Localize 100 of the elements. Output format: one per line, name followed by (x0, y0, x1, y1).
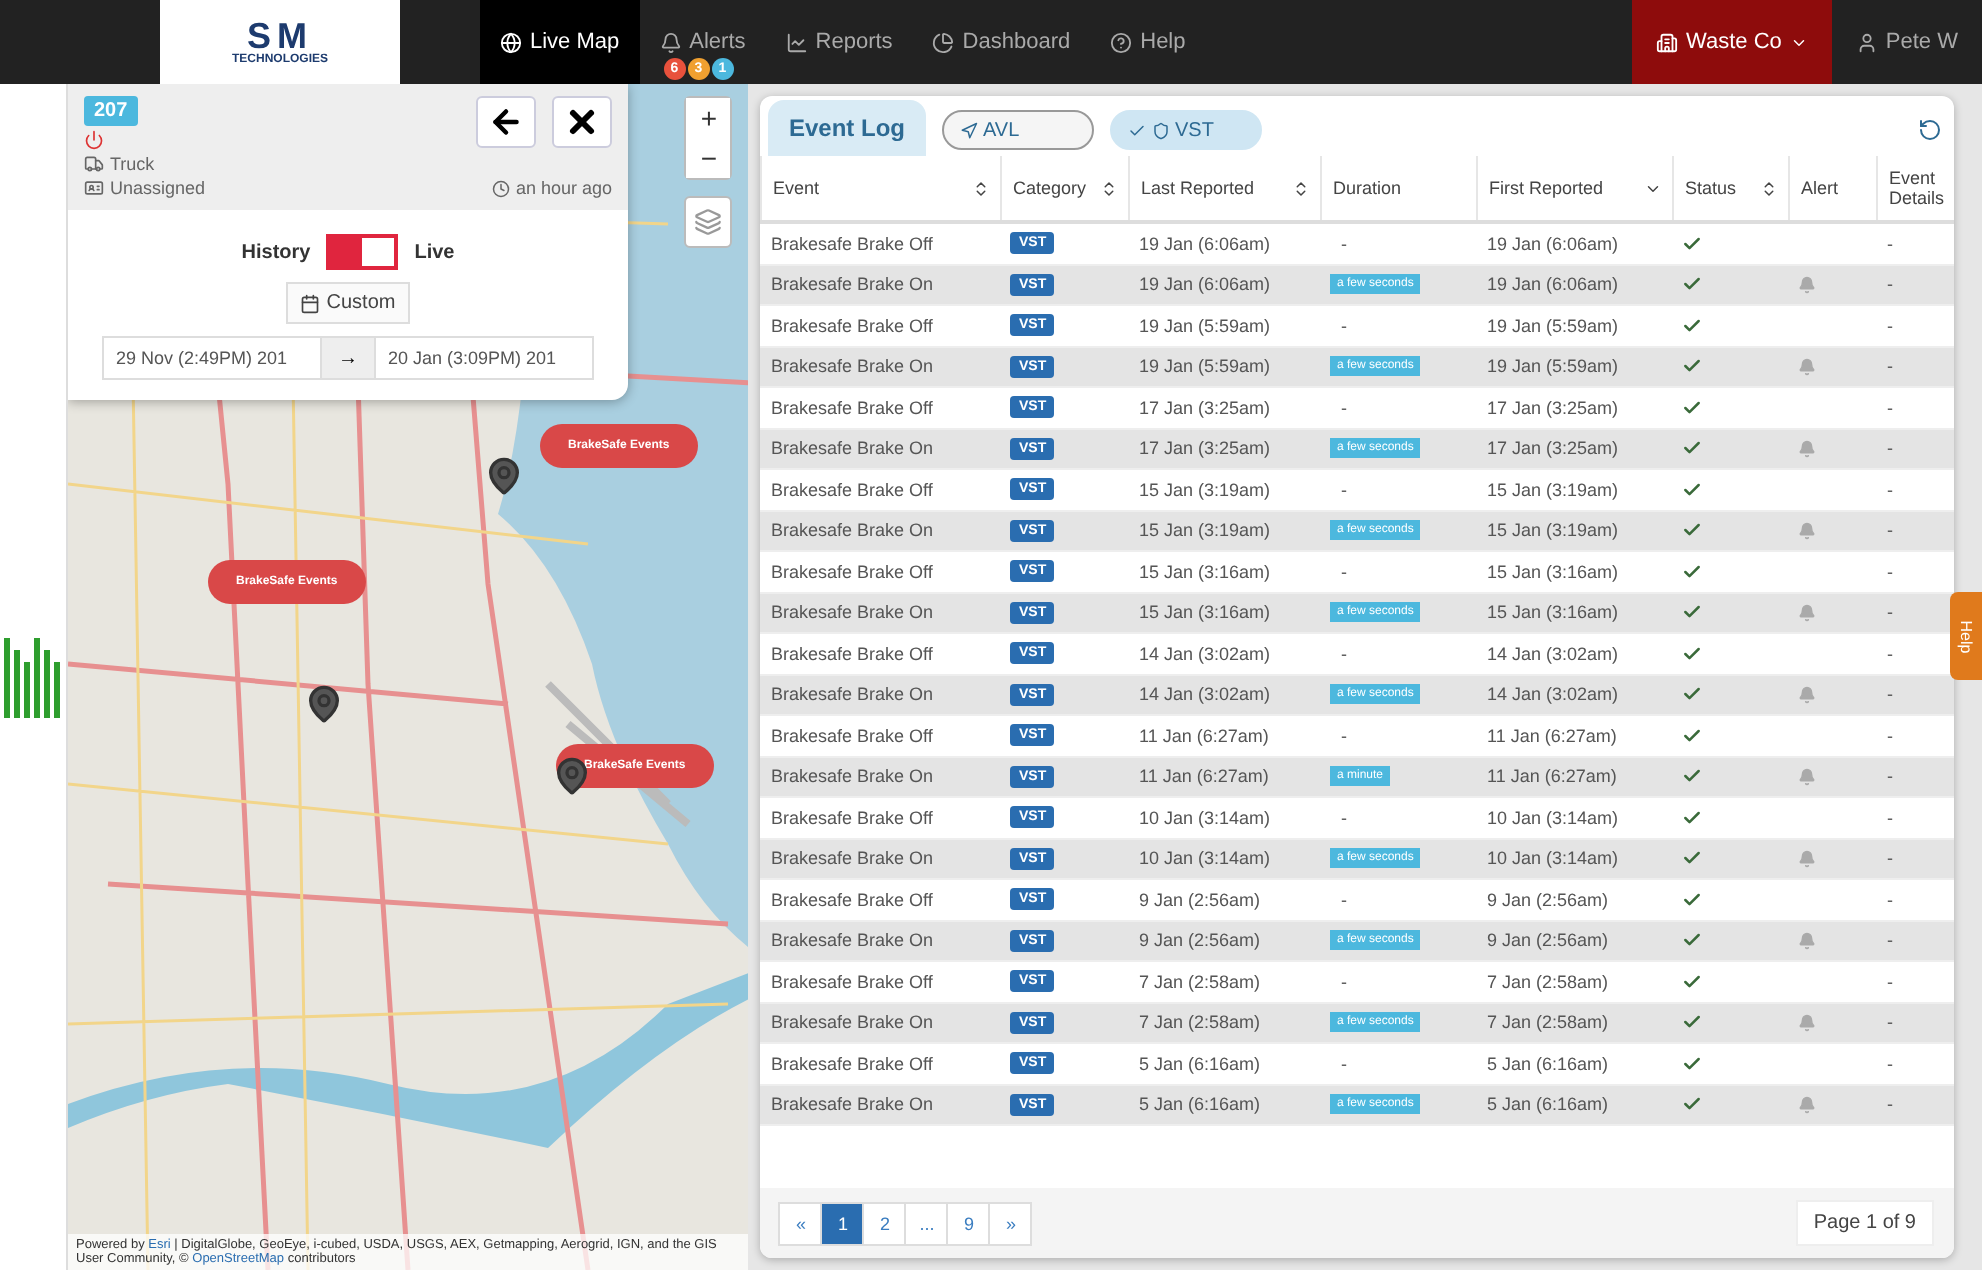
first-reported-cell-text: 9 Jan (2:56am) (1484, 930, 1611, 951)
first-reported-cell-text: 15 Jan (3:19am) (1484, 520, 1621, 541)
driver-name: Unassigned (110, 178, 206, 198)
event-name-cell-text: Brakesafe Brake On (768, 766, 936, 787)
filter-chip[interactable]: VST (1109, 110, 1261, 150)
event-details-cell-text: - (1884, 643, 1895, 664)
line-chart-icon (785, 31, 808, 53)
start-date-field[interactable]: 29 Nov (2:49PM) 201 (102, 336, 322, 380)
duration-cell-text: - (1338, 561, 1349, 582)
column-header[interactable]: First Reported (1476, 156, 1673, 220)
event-name-cell-text: Brakesafe Brake On (768, 848, 936, 869)
page-link[interactable]: 1 (820, 1201, 865, 1245)
event-details-cell-text: - (1884, 889, 1895, 910)
close-button[interactable] (552, 96, 612, 148)
event-details-cell-text: - (1884, 479, 1895, 500)
sort-icon[interactable] (1292, 179, 1311, 197)
globe-icon (500, 31, 522, 53)
sort-icon[interactable] (1760, 179, 1779, 197)
page-link[interactable]: 2 (862, 1201, 907, 1245)
sort-icon[interactable] (972, 179, 991, 197)
check-icon (1127, 121, 1145, 139)
first-reported-cell-text: 19 Jan (5:59am) (1484, 315, 1621, 336)
duration-cell-text: - (1338, 725, 1349, 746)
event-log-tab[interactable]: Event Log (768, 100, 925, 156)
calendar-icon (300, 293, 321, 313)
event-details-cell-text: - (1884, 971, 1895, 992)
custom-range-button[interactable]: Custom (286, 282, 410, 324)
duration-cell-text: - (1338, 397, 1349, 418)
last-reported-cell-text: 5 Jan (6:16am) (1136, 1094, 1263, 1115)
first-reported-cell-text: 19 Jan (5:59am) (1484, 356, 1621, 377)
event-name-cell-text: Brakesafe Brake On (768, 520, 936, 541)
layers-icon (694, 208, 723, 236)
event-name-cell-text: Brakesafe Brake Off (768, 889, 935, 910)
duration-cell-text: - (1338, 315, 1349, 336)
event-details-cell-text: - (1884, 274, 1895, 295)
map-pin-icon[interactable] (484, 456, 524, 496)
event-name-cell-text: Brakesafe Brake Off (768, 233, 935, 254)
logo-mark: SM (247, 18, 313, 54)
column-header[interactable]: Duration (1320, 156, 1477, 220)
reset-icon[interactable] (1918, 118, 1942, 142)
first-reported-cell-text: 15 Jan (3:16am) (1484, 561, 1621, 582)
history-live-toggle[interactable] (326, 234, 399, 270)
filter-chip[interactable]: AVL (941, 110, 1093, 150)
nav-item[interactable]: Reports (765, 0, 913, 84)
last-reported-cell-text: 17 Jan (3:25am) (1136, 438, 1273, 459)
layers-button[interactable] (684, 196, 733, 248)
clock-icon (491, 179, 510, 197)
back-button[interactable] (476, 96, 536, 148)
live-label: Live (414, 241, 455, 263)
sort-icon[interactable] (1100, 179, 1119, 197)
column-header[interactable]: Event Details (1876, 156, 1954, 220)
first-reported-cell-text: 5 Jan (6:16am) (1484, 1053, 1611, 1074)
power-icon (84, 130, 104, 150)
vehicle-id-badge: 207 (84, 96, 138, 126)
company-dropdown[interactable]: Waste Co (1632, 0, 1832, 84)
event-details-cell-text: - (1884, 520, 1895, 541)
building-icon (1656, 31, 1679, 53)
last-reported-cell-text: 7 Jan (2:58am) (1136, 1012, 1263, 1033)
last-reported-cell-text: 7 Jan (2:58am) (1136, 971, 1263, 992)
column-header[interactable]: Category (1000, 156, 1129, 220)
id-card-icon (84, 178, 104, 198)
history-label: History (241, 241, 311, 263)
last-reported-cell-text: 19 Jan (5:59am) (1136, 356, 1273, 377)
nav-item[interactable]: Help (1090, 0, 1206, 84)
event-details-cell-text: - (1884, 315, 1895, 336)
page-link[interactable]: ... (904, 1201, 949, 1245)
column-header[interactable]: Status (1672, 156, 1789, 220)
first-reported-cell-text: 7 Jan (2:58am) (1484, 1012, 1611, 1033)
close-icon (564, 104, 600, 140)
user-menu[interactable]: Pete W (1831, 0, 1982, 84)
last-reported-cell-text: 19 Jan (6:06am) (1136, 233, 1273, 254)
event-details-cell-text: - (1884, 397, 1895, 418)
end-date-field[interactable]: 20 Jan (3:09PM) 201 (374, 336, 594, 380)
duration-cell-text: - (1338, 971, 1349, 992)
event-name-cell-text: Brakesafe Brake On (768, 274, 936, 295)
shield-icon (1151, 121, 1169, 139)
first-reported-cell-text: 11 Jan (6:27am) (1484, 766, 1619, 787)
event-details-cell-text: - (1884, 1094, 1895, 1115)
event-details-cell-text: - (1884, 438, 1895, 459)
first-reported-cell-text: 7 Jan (2:58am) (1484, 971, 1611, 992)
event-name-cell-text: Brakesafe Brake Off (768, 315, 935, 336)
duration-cell-text: - (1338, 807, 1349, 828)
column-header[interactable]: Alert (1788, 156, 1877, 220)
page-link[interactable]: 9 (946, 1201, 991, 1245)
user-icon (1855, 31, 1878, 53)
previous-page-link[interactable]: « (778, 1201, 823, 1245)
truck-icon (84, 154, 104, 174)
next-page-link[interactable]: » (988, 1201, 1033, 1245)
first-reported-cell-text: 14 Jan (3:02am) (1484, 643, 1621, 664)
column-header[interactable]: Event (760, 156, 1001, 220)
nav-item[interactable]: Dashboard (912, 0, 1091, 84)
column-header[interactable]: Last Reported (1128, 156, 1321, 220)
last-reported-cell-text: 10 Jan (3:14am) (1136, 807, 1273, 828)
nav-item[interactable]: Live Map (480, 0, 640, 84)
arrow-button[interactable]: → (322, 336, 374, 380)
map-pin-icon[interactable] (304, 684, 344, 724)
first-reported-cell-text: 5 Jan (6:16am) (1484, 1094, 1611, 1115)
vehicle-type: Truck (110, 154, 155, 174)
event-details-cell-text: - (1884, 602, 1895, 623)
last-reported-cell-text: 9 Jan (2:56am) (1136, 889, 1263, 910)
